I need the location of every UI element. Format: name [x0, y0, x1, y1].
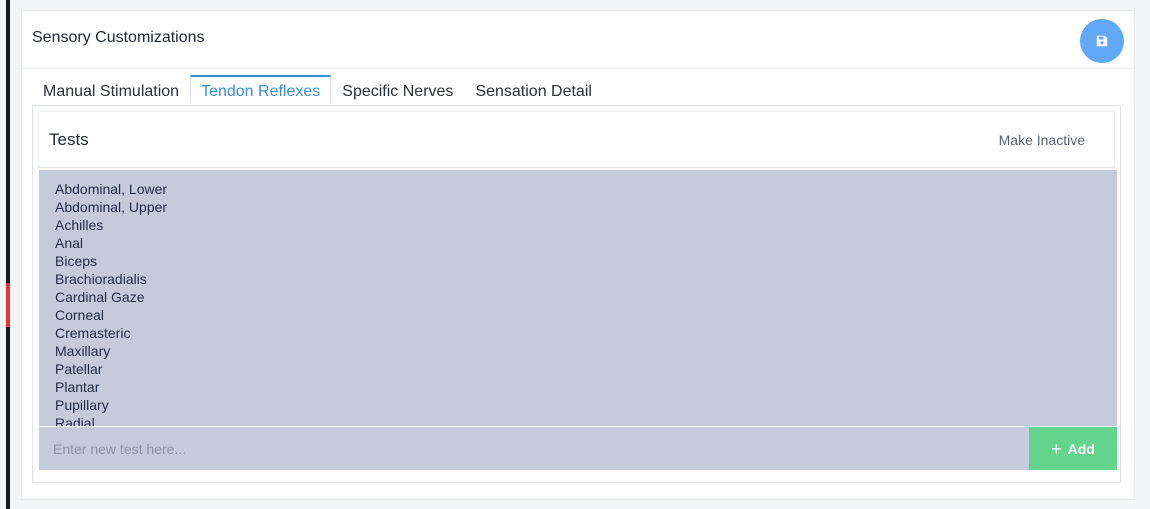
- tests-list-items: Abdominal, Lower Abdominal, Upper Achill…: [39, 170, 1117, 426]
- tab-specific-nerves[interactable]: Specific Nerves: [331, 75, 464, 105]
- tendon-reflexes-panel: Tests Make Inactive Abdominal, Lower Abd…: [32, 105, 1121, 483]
- add-button-label: Add: [1067, 440, 1095, 457]
- list-item[interactable]: Radial: [55, 414, 1117, 426]
- save-button[interactable]: [1080, 19, 1124, 63]
- list-item[interactable]: Cardinal Gaze: [55, 288, 1117, 306]
- left-rail: [6, 0, 10, 509]
- list-item[interactable]: Plantar: [55, 378, 1117, 396]
- tab-manual-stimulation[interactable]: Manual Stimulation: [32, 75, 190, 105]
- tests-title: Tests: [49, 130, 89, 149]
- list-item[interactable]: Achilles: [55, 216, 1117, 234]
- card-header: Sensory Customizations: [22, 11, 1134, 69]
- list-item[interactable]: Cremasteric: [55, 324, 1117, 342]
- list-item[interactable]: Pupillary: [55, 396, 1117, 414]
- tests-header: Tests Make Inactive: [38, 111, 1115, 168]
- make-inactive-button[interactable]: Make Inactive: [999, 132, 1085, 148]
- left-rail-accent: [6, 283, 10, 327]
- card-title: Sensory Customizations: [32, 29, 205, 46]
- add-test-button[interactable]: + Add: [1029, 427, 1117, 470]
- list-item[interactable]: Brachioradialis: [55, 270, 1117, 288]
- tab-sensation-detail[interactable]: Sensation Detail: [464, 75, 603, 105]
- list-item[interactable]: Patellar: [55, 360, 1117, 378]
- list-item[interactable]: Abdominal, Lower: [55, 180, 1117, 198]
- tab-bar: Manual Stimulation Tendon Reflexes Speci…: [32, 75, 603, 105]
- plus-icon: +: [1051, 438, 1062, 459]
- sensory-customizations-card: Sensory Customizations Manual Stimulatio…: [21, 10, 1135, 500]
- list-item[interactable]: Abdominal, Upper: [55, 198, 1117, 216]
- tests-list[interactable]: Abdominal, Lower Abdominal, Upper Achill…: [39, 170, 1117, 426]
- add-test-row: + Add: [39, 427, 1117, 470]
- list-item[interactable]: Biceps: [55, 252, 1117, 270]
- list-item[interactable]: Maxillary: [55, 342, 1117, 360]
- save-floppy-icon: [1096, 35, 1108, 47]
- new-test-input[interactable]: [39, 427, 1029, 470]
- list-item[interactable]: Anal: [55, 234, 1117, 252]
- list-item[interactable]: Corneal: [55, 306, 1117, 324]
- tab-tendon-reflexes[interactable]: Tendon Reflexes: [190, 75, 332, 105]
